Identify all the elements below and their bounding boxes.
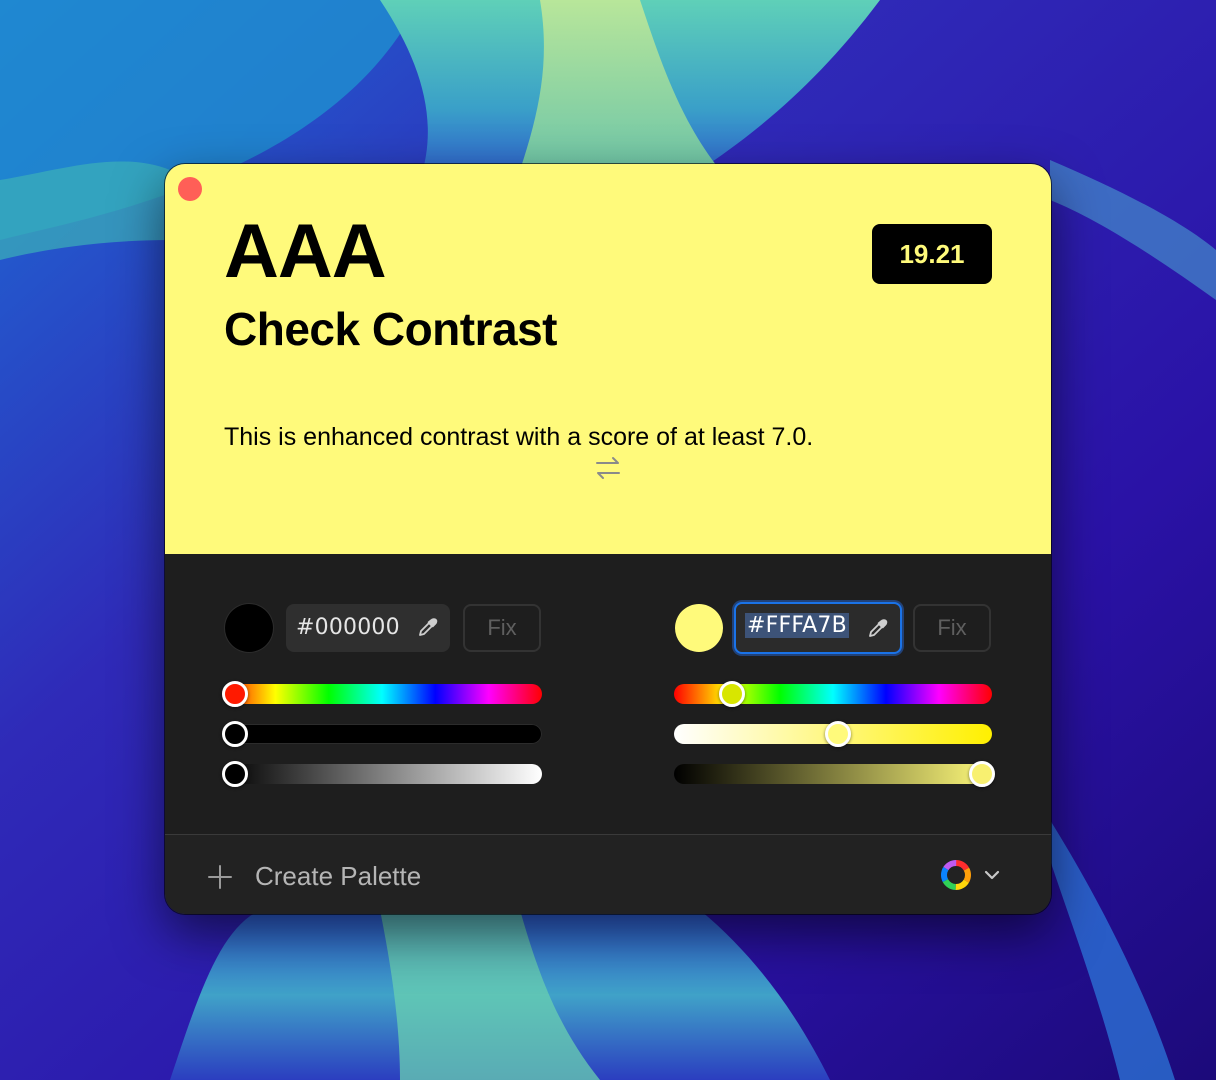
swap-arrows-icon[interactable] xyxy=(593,453,623,483)
foreground-fix-button[interactable]: Fix xyxy=(463,604,541,652)
background-hue-slider[interactable] xyxy=(674,681,992,707)
background-brightness-slider[interactable] xyxy=(674,761,995,787)
contrast-score-badge: 19.21 xyxy=(872,224,992,284)
background-fix-button[interactable]: Fix xyxy=(913,604,991,652)
eyedropper-icon[interactable] xyxy=(866,616,890,640)
color-wheel-icon[interactable] xyxy=(941,860,971,890)
foreground-hue-knob[interactable] xyxy=(222,681,248,707)
create-palette-button[interactable]: Create Palette xyxy=(255,861,421,892)
plus-icon[interactable] xyxy=(207,864,233,890)
color-controls: #000000 Fix #FFFA7B Fix xyxy=(165,457,1051,834)
contrast-checker-window: AAA Check Contrast This is enhanced cont… xyxy=(165,164,1051,914)
background-swatch[interactable] xyxy=(675,604,723,652)
page-title: Check Contrast xyxy=(224,303,557,355)
foreground-swatch[interactable] xyxy=(225,604,273,652)
background-hex-field[interactable]: #FFFA7B xyxy=(734,602,902,654)
contrast-grade: AAA xyxy=(224,209,387,294)
foreground-brightness-knob[interactable] xyxy=(222,761,248,787)
background-hue-knob[interactable] xyxy=(719,681,745,707)
foreground-hex-value: #000000 xyxy=(296,615,400,640)
foreground-brightness-slider[interactable] xyxy=(222,761,542,787)
eyedropper-icon[interactable] xyxy=(416,615,440,639)
foreground-hue-slider[interactable] xyxy=(222,681,542,707)
grade-description: This is enhanced contrast with a score o… xyxy=(224,423,814,451)
close-button[interactable] xyxy=(178,177,202,201)
background-saturation-knob[interactable] xyxy=(825,721,851,747)
background-saturation-slider[interactable] xyxy=(674,721,992,747)
foreground-saturation-slider[interactable] xyxy=(222,721,542,747)
background-brightness-knob[interactable] xyxy=(969,761,995,787)
chevron-down-icon[interactable] xyxy=(983,866,1001,884)
contrast-preview: AAA Check Contrast This is enhanced cont… xyxy=(165,164,1051,554)
foreground-hex-field[interactable]: #000000 xyxy=(286,604,450,652)
background-hex-value[interactable]: #FFFA7B xyxy=(745,613,849,638)
foreground-saturation-knob[interactable] xyxy=(222,721,248,747)
